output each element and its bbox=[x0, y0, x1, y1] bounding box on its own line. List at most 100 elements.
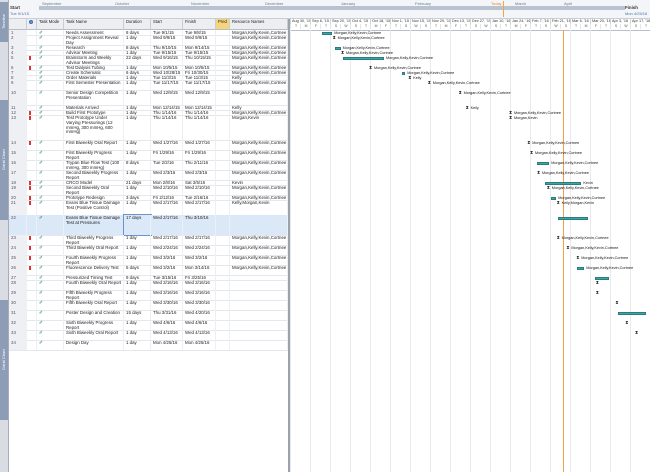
task-mode-cell[interactable]: ✐ bbox=[37, 280, 64, 290]
task-bar[interactable] bbox=[335, 46, 341, 50]
finish-header[interactable]: Finish bbox=[183, 19, 216, 30]
row-id[interactable]: 30 bbox=[9, 300, 27, 310]
finish-cell[interactable]: Wed 2/3/16 bbox=[183, 170, 216, 180]
duration-cell[interactable]: 1 day bbox=[124, 320, 151, 330]
finish-cell[interactable]: Thu 3/10/16 bbox=[183, 215, 216, 235]
task-name-cell[interactable]: Fifth Biweekly Progress Report bbox=[64, 290, 124, 300]
milestone-icon[interactable]: ⧗ bbox=[509, 115, 512, 120]
task-name-cell[interactable]: First Biweekly Oral Report bbox=[64, 140, 124, 150]
task-name-cell[interactable]: Project Assignment Reveal Day bbox=[64, 35, 124, 45]
predecessors-cell[interactable] bbox=[216, 255, 230, 265]
predecessors-cell[interactable] bbox=[216, 35, 230, 45]
duration-cell[interactable]: 1 day bbox=[124, 245, 151, 255]
finish-cell[interactable]: Wed 3/16/16 bbox=[183, 280, 216, 290]
row-id[interactable]: 2 bbox=[9, 35, 27, 45]
start-cell[interactable]: Wed 2/17/16 bbox=[151, 235, 183, 245]
finish-cell[interactable]: Mon 4/25/16 bbox=[183, 340, 216, 350]
start-cell[interactable]: Wed 2/10/16 bbox=[151, 185, 183, 195]
resource-names-cell[interactable]: Morgan,Kelly,Kevin,Cortnee bbox=[230, 140, 288, 150]
task-mode-cell[interactable]: ✐ bbox=[37, 35, 64, 45]
milestone-icon[interactable]: ⧗ bbox=[557, 235, 560, 240]
start-cell[interactable]: Tue 2/2/16 bbox=[151, 160, 183, 170]
task-name-cell[interactable]: Third Biweekly Progress Report bbox=[64, 235, 124, 245]
finish-cell[interactable]: Wed 1/27/16 bbox=[183, 140, 216, 150]
predecessors-cell[interactable] bbox=[216, 90, 230, 105]
finish-cell[interactable]: Tue 11/17/15 bbox=[183, 80, 216, 90]
row-id[interactable]: 15 bbox=[9, 150, 27, 160]
duration-cell[interactable]: 1 day bbox=[124, 330, 151, 340]
resource-names-cell[interactable] bbox=[230, 320, 288, 330]
finish-cell[interactable]: Wed 3/30/16 bbox=[183, 300, 216, 310]
task-bar[interactable] bbox=[402, 71, 406, 75]
task-name-cell[interactable]: Sixth Biweekly Oral Report bbox=[64, 330, 124, 340]
start-cell[interactable]: Wed 3/30/16 bbox=[151, 300, 183, 310]
resource-names-cell[interactable] bbox=[230, 340, 288, 350]
row-id[interactable]: 34 bbox=[9, 340, 27, 350]
select-all-cell[interactable] bbox=[9, 19, 27, 30]
task-mode-cell[interactable]: ✐ bbox=[37, 185, 64, 195]
task-name-cell[interactable]: Sixth Biweekly Progress Report bbox=[64, 320, 124, 330]
gantt-view-label-lower[interactable]: Gantt Chart bbox=[0, 300, 8, 420]
task-table[interactable]: i Task Mode Task Name Duration Start Fin… bbox=[9, 19, 290, 472]
milestone-icon[interactable]: ⧗ bbox=[547, 185, 550, 190]
row-id[interactable]: 22 bbox=[9, 215, 27, 235]
resource-names-cell[interactable]: Morgan,Kelly,Kevin,Cortnee bbox=[230, 245, 288, 255]
task-mode-cell[interactable]: ✐ bbox=[37, 115, 64, 140]
milestone-icon[interactable]: ⧗ bbox=[615, 300, 618, 305]
task-bar[interactable] bbox=[545, 181, 582, 185]
milestone-icon[interactable]: ⧗ bbox=[557, 200, 560, 205]
start-cell[interactable]: Wed 3/16/16 bbox=[151, 290, 183, 300]
start-cell[interactable]: Wed 1/27/16 bbox=[151, 140, 183, 150]
start-header[interactable]: Start bbox=[151, 19, 183, 30]
task-name-cell[interactable]: Fourth Biweekly Progress Report bbox=[64, 255, 124, 265]
row-id[interactable]: 14 bbox=[9, 140, 27, 150]
predecessors-cell[interactable] bbox=[216, 340, 230, 350]
duration-cell[interactable]: 1 day bbox=[124, 35, 151, 45]
row-id[interactable]: 19 bbox=[9, 185, 27, 195]
task-mode-cell[interactable]: ✐ bbox=[37, 55, 64, 65]
start-cell[interactable]: Mon 4/25/16 bbox=[151, 340, 183, 350]
resource-names-cell[interactable]: Morgan,Kelly,Kevin,Cortnee bbox=[230, 255, 288, 265]
finish-cell[interactable]: Wed 4/6/16 bbox=[183, 320, 216, 330]
task-name-cell[interactable]: Design Day bbox=[64, 340, 124, 350]
task-bar[interactable] bbox=[557, 216, 589, 220]
row-id[interactable]: 26 bbox=[9, 265, 27, 275]
duration-cell[interactable]: 1 day bbox=[124, 185, 151, 195]
finish-cell[interactable]: Wed 2/24/16 bbox=[183, 245, 216, 255]
task-bar[interactable] bbox=[536, 161, 550, 165]
gantt-chart[interactable]: Aug 30, '15 Sep 6, '15 Sep 20, '15 Oct 4, '… bbox=[290, 19, 650, 472]
duration-cell[interactable]: 1 day bbox=[124, 255, 151, 265]
duration-cell[interactable]: 1 day bbox=[124, 170, 151, 180]
predecessors-cell[interactable] bbox=[216, 280, 230, 290]
task-bar[interactable] bbox=[343, 56, 384, 60]
resource-names-cell[interactable]: Morgan,Kelly,Kevin,Cortnee bbox=[230, 80, 288, 90]
predecessors-cell[interactable] bbox=[216, 115, 230, 140]
timeline-view-label[interactable]: Timeline bbox=[0, 2, 8, 42]
row-id[interactable]: 24 bbox=[9, 245, 27, 255]
table-row[interactable]: 13 ✐ Test Prototype Under Varying Pressuri… bbox=[9, 115, 288, 141]
milestone-icon[interactable]: ⧗ bbox=[428, 80, 431, 85]
duration-cell[interactable]: 15 days bbox=[124, 310, 151, 320]
start-cell[interactable]: Wed 4/13/16 bbox=[151, 330, 183, 340]
milestone-icon[interactable]: ⧗ bbox=[566, 245, 569, 250]
duration-cell[interactable]: 1 day bbox=[124, 280, 151, 290]
finish-cell[interactable]: Wed 3/16/16 bbox=[183, 290, 216, 300]
row-id[interactable]: 13 bbox=[9, 115, 27, 140]
start-cell[interactable]: Wed 3/2/16 bbox=[151, 265, 183, 275]
task-name-cell[interactable]: Evans Blue Tissue Damage Test (Positive … bbox=[64, 200, 124, 215]
duration-cell[interactable]: 1 day bbox=[124, 150, 151, 160]
row-id[interactable]: 17 bbox=[9, 170, 27, 180]
task-mode-header[interactable]: Task Mode bbox=[37, 19, 64, 30]
predecessors-cell[interactable] bbox=[216, 310, 230, 320]
finish-cell[interactable]: Wed 4/20/16 bbox=[183, 310, 216, 320]
predecessors-cell[interactable] bbox=[216, 140, 230, 150]
row-id[interactable]: 31 bbox=[9, 310, 27, 320]
finish-cell[interactable]: Wed 3/2/16 bbox=[183, 255, 216, 265]
milestone-icon[interactable]: ⧗ bbox=[596, 290, 599, 295]
resource-names-cell[interactable]: Morgan,Kelly,Kevin,Cortnee bbox=[230, 90, 288, 105]
milestone-icon[interactable]: ⧗ bbox=[527, 140, 530, 145]
task-bar[interactable] bbox=[577, 266, 585, 270]
predecessors-cell[interactable] bbox=[216, 330, 230, 340]
resource-names-cell[interactable]: Morgan,Kelly,Kevin,Cortnee bbox=[230, 170, 288, 180]
duration-cell[interactable]: 1 day bbox=[124, 300, 151, 310]
